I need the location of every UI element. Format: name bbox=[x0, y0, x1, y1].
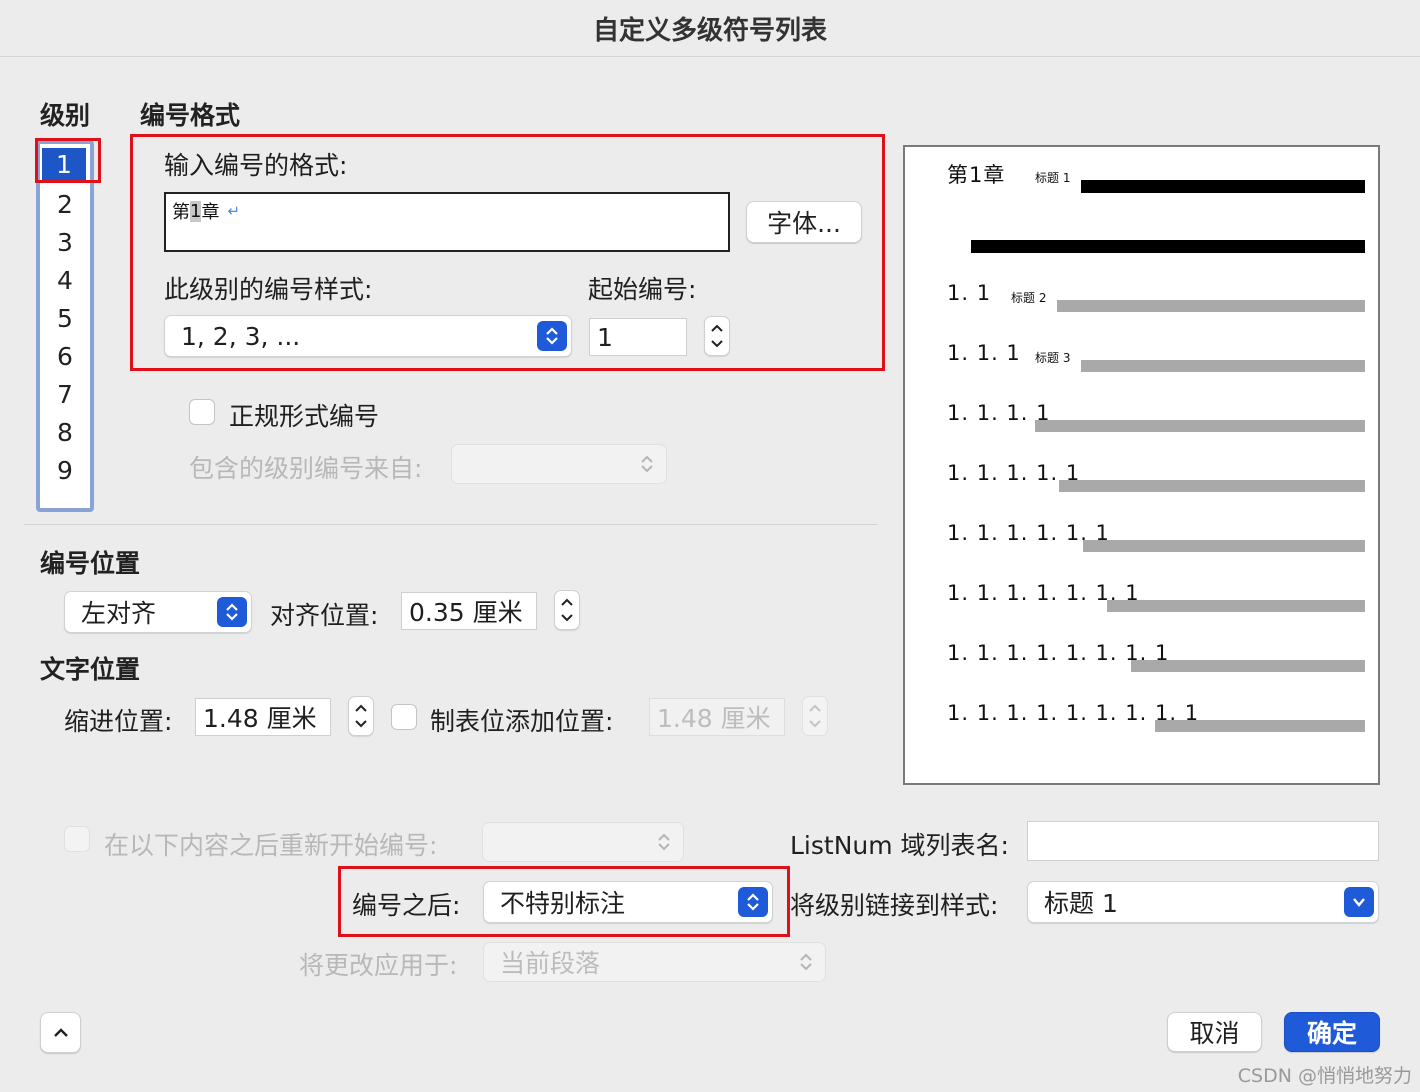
style-label: 此级别的编号样式: bbox=[164, 275, 373, 304]
tab-stop-stepper[interactable] bbox=[802, 696, 828, 736]
up-down-arrows-icon bbox=[738, 887, 768, 917]
indent-label: 缩进位置: bbox=[64, 707, 173, 736]
stepper-arrows-icon bbox=[355, 704, 367, 728]
number-format-title: 编号格式 bbox=[140, 101, 241, 130]
preview-line bbox=[1107, 600, 1365, 612]
preview-caption-3: 标题 3 bbox=[1035, 351, 1071, 365]
link-style-value: 标题 1 bbox=[1044, 889, 1118, 918]
preview-num-2: 1. 1 bbox=[947, 281, 992, 305]
align-select[interactable]: 左对齐 bbox=[64, 591, 252, 633]
follow-number-value: 不特别标注 bbox=[500, 889, 626, 918]
tab-stop-checkbox[interactable] bbox=[391, 704, 417, 730]
indent-stepper[interactable] bbox=[348, 696, 374, 736]
indent-input[interactable]: 1.48 厘米 bbox=[195, 698, 331, 736]
font-button[interactable]: 字体... bbox=[746, 201, 862, 243]
up-down-arrows-icon bbox=[791, 947, 821, 977]
align-at-label: 对齐位置: bbox=[270, 601, 379, 630]
collapse-button[interactable] bbox=[40, 1012, 81, 1053]
tab-stop-input[interactable]: 1.48 厘米 bbox=[649, 698, 785, 736]
start-number-input[interactable]: 1 bbox=[589, 318, 687, 356]
preview-line bbox=[1035, 420, 1365, 432]
cancel-button[interactable]: 取消 bbox=[1167, 1012, 1262, 1052]
up-down-arrows-icon bbox=[537, 321, 567, 351]
preview-line bbox=[1059, 480, 1365, 492]
preview-caption-1: 标题 1 bbox=[1035, 171, 1071, 185]
preview-line bbox=[971, 240, 1365, 253]
highlight-box-level bbox=[35, 138, 101, 183]
legal-checkbox[interactable] bbox=[189, 399, 215, 425]
start-label: 起始编号: bbox=[588, 275, 697, 304]
level-item-6[interactable]: 6 bbox=[40, 340, 90, 374]
tab-stop-label: 制表位添加位置: bbox=[430, 707, 614, 736]
level-item-7[interactable]: 7 bbox=[40, 378, 90, 412]
ok-button[interactable]: 确定 bbox=[1284, 1012, 1380, 1052]
number-style-select[interactable]: 1, 2, 3, ... bbox=[164, 315, 572, 357]
preview-line bbox=[1155, 720, 1365, 732]
enter-format-label: 输入编号的格式: bbox=[164, 151, 348, 180]
include-label: 包含的级别编号来自: bbox=[189, 454, 423, 483]
follow-number-label: 编号之后: bbox=[352, 891, 461, 920]
level-item-5[interactable]: 5 bbox=[40, 302, 90, 336]
level-item-8[interactable]: 8 bbox=[40, 416, 90, 450]
level-item-9[interactable]: 9 bbox=[40, 454, 90, 488]
include-level-select[interactable] bbox=[451, 444, 667, 484]
window-title: 自定义多级符号列表 bbox=[0, 0, 1420, 57]
level-item-3[interactable]: 3 bbox=[40, 226, 90, 260]
listnum-label: ListNum 域列表名: bbox=[790, 831, 1009, 860]
link-style-select[interactable]: 标题 1 bbox=[1027, 881, 1379, 923]
align-value: 左对齐 bbox=[81, 599, 157, 628]
restart-after-select[interactable] bbox=[482, 822, 684, 862]
preview-line bbox=[1057, 300, 1365, 312]
legal-label: 正规形式编号 bbox=[229, 402, 380, 431]
watermark: CSDN @悄悄地努力 bbox=[1237, 1065, 1412, 1087]
link-style-label: 将级别链接到样式: bbox=[790, 891, 999, 920]
up-down-arrows-icon bbox=[632, 449, 662, 479]
preview-pane: 第1章 标题 1 1. 1 标题 2 1. 1. 1 标题 3 1. 1. 1.… bbox=[903, 145, 1380, 785]
preview-num-1: 第1章 bbox=[947, 163, 1006, 187]
format-prefix: 第 bbox=[172, 202, 190, 223]
return-arrow-icon: ↵ bbox=[227, 202, 241, 220]
apply-to-value: 当前段落 bbox=[500, 949, 601, 978]
align-at-stepper[interactable] bbox=[554, 590, 580, 630]
restart-label: 在以下内容之后重新开始编号: bbox=[104, 831, 438, 860]
format-input[interactable]: 第1章 ↵ bbox=[164, 192, 730, 252]
stepper-arrows-icon bbox=[809, 704, 821, 728]
stepper-arrows-icon bbox=[711, 324, 723, 348]
format-suffix: 章 bbox=[201, 202, 220, 223]
chevron-down-icon bbox=[1344, 887, 1374, 917]
chevron-up-icon bbox=[53, 1027, 68, 1037]
listnum-input[interactable] bbox=[1027, 821, 1379, 861]
levels-list[interactable]: 1 2 3 4 5 6 7 8 9 bbox=[36, 140, 94, 512]
levels-title: 级别 bbox=[40, 101, 91, 130]
preview-line bbox=[1081, 180, 1365, 193]
preview-line bbox=[1081, 360, 1365, 372]
follow-number-select[interactable]: 不特别标注 bbox=[483, 881, 773, 923]
format-number-field[interactable]: 1 bbox=[190, 200, 202, 222]
align-at-input[interactable]: 0.35 厘米 bbox=[401, 592, 537, 630]
preview-line bbox=[1083, 540, 1365, 552]
apply-to-select[interactable]: 当前段落 bbox=[483, 942, 826, 982]
restart-checkbox[interactable] bbox=[64, 826, 90, 852]
number-style-value: 1, 2, 3, ... bbox=[181, 321, 301, 351]
section-divider bbox=[24, 524, 878, 525]
preview-caption-2: 标题 2 bbox=[1011, 291, 1047, 305]
apply-to-label: 将更改应用于: bbox=[299, 951, 458, 980]
up-down-arrows-icon bbox=[217, 597, 247, 627]
level-item-4[interactable]: 4 bbox=[40, 264, 90, 298]
number-position-title: 编号位置 bbox=[40, 549, 141, 578]
text-position-title: 文字位置 bbox=[40, 655, 141, 684]
start-number-stepper[interactable] bbox=[704, 316, 730, 356]
level-item-2[interactable]: 2 bbox=[40, 188, 90, 222]
stepper-arrows-icon bbox=[561, 598, 573, 622]
preview-line bbox=[1131, 660, 1365, 672]
up-down-arrows-icon bbox=[649, 827, 679, 857]
preview-num-3: 1. 1. 1 bbox=[947, 341, 1021, 365]
